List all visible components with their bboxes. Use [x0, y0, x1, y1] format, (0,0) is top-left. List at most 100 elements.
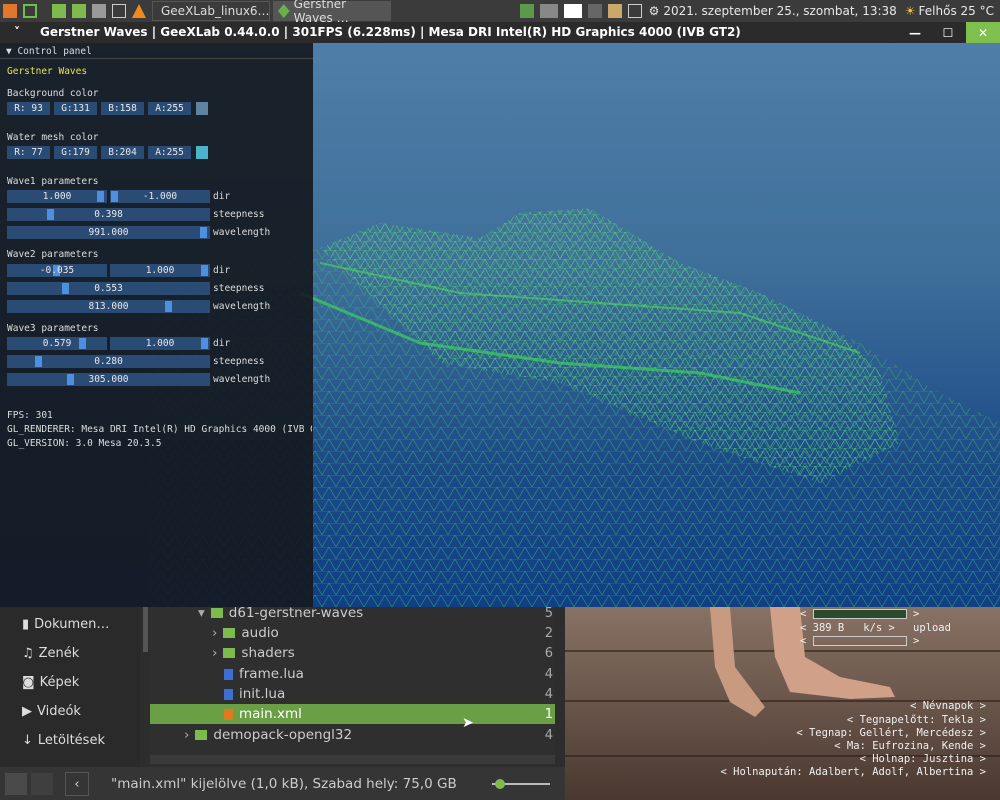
wave3-dir-label: dir — [213, 338, 231, 349]
wave3-wavelength-slider[interactable]: 305.000 — [7, 373, 210, 386]
wave3-dir-x-slider[interactable]: 0.579 — [7, 337, 107, 350]
wave3-wavelength-label: wavelength — [213, 374, 271, 385]
workspace-icon[interactable] — [563, 4, 582, 18]
places-view-button[interactable] — [5, 772, 27, 795]
sidebar-item-videos[interactable]: ▶ Videók — [22, 701, 81, 721]
conky-rate: < 389 B k/s > — [800, 622, 895, 634]
list-item[interactable]: frame.lua 4 — [150, 664, 555, 684]
sidebar-item-downloads[interactable]: ↓ Letöltések — [22, 730, 105, 750]
mesh-color-r-field[interactable]: R: 77 — [7, 146, 50, 159]
settings-icon[interactable]: ⚙ — [649, 4, 660, 18]
wave1-steepness-slider[interactable]: 0.398 — [7, 208, 210, 221]
status-bar: ‹ "main.xml" kijelölve (1,0 kB), Szabad … — [0, 767, 565, 800]
demo-title: Gerstner Waves — [7, 66, 88, 77]
wave2-dir-x-slider[interactable]: -0.035 — [7, 264, 107, 277]
display-icon[interactable] — [587, 4, 602, 18]
bg-color-g-field[interactable]: G:131 — [54, 102, 97, 115]
wave1-dir-y-slider[interactable]: -1.000 — [110, 190, 210, 203]
bg-color-b-field[interactable]: B:158 — [101, 102, 144, 115]
wave2-dir-label: dir — [213, 265, 231, 276]
folder-icon[interactable] — [72, 4, 86, 18]
list-item[interactable]: ▾ d61-gerstner-waves 5 — [150, 603, 555, 623]
workspace-icon[interactable] — [539, 4, 558, 18]
bg-color-swatch[interactable] — [196, 102, 208, 115]
wave3-dir-y-slider[interactable]: 1.000 — [110, 337, 210, 350]
conky-nameday-title: < Névnapok > — [910, 700, 986, 712]
file-manager-sidebar: ▮ Dokumen… ♫ Zenék ◙ Képek ▶ Videók ↓ Letölté… — [0, 607, 140, 767]
minimize-button[interactable]: — — [900, 22, 930, 43]
taskbar-item-gerstner[interactable]: Gerstner Waves … — [273, 0, 391, 25]
wave1-dir-x-slider[interactable]: 1.000 — [7, 190, 107, 203]
tree-view-button[interactable] — [31, 772, 53, 795]
video-icon: ▶ — [22, 703, 32, 719]
back-button[interactable]: ‹ — [65, 771, 89, 796]
lua-file-icon — [224, 688, 233, 700]
conky-nameday-line: < Tegnap: Gellért, Mercédesz > — [796, 727, 986, 739]
wave2-wavelength-slider[interactable]: 813.000 — [7, 300, 210, 313]
list-item[interactable]: › audio 2 — [150, 623, 555, 643]
show-desktop-icon[interactable] — [23, 4, 37, 18]
list-item[interactable]: init.lua 4 — [150, 684, 555, 704]
horizontal-scrollbar[interactable] — [150, 755, 555, 764]
image-viewer-icon[interactable] — [519, 4, 534, 18]
lua-file-icon — [224, 668, 233, 680]
sidebar-item-documents[interactable]: ▮ Dokumen… — [22, 614, 109, 634]
conky-nameday-line: < Ma: Eufrozina, Kende > — [834, 740, 986, 752]
control-panel-header[interactable]: ▼ Control panel — [6, 46, 92, 57]
weather-icon: ☀ — [904, 4, 916, 18]
datetime[interactable]: 2021. szeptember 25., szombat, 13:38 — [663, 4, 896, 18]
mouse-cursor: ➤ — [462, 715, 474, 731]
weather-text[interactable]: Felhős 25 °C — [919, 4, 994, 18]
bg-color-r-field[interactable]: R: 93 — [7, 102, 50, 115]
taskbar-item-geexlab[interactable]: GeeXLab_linux6… — [152, 1, 270, 21]
mesh-color-g-field[interactable]: G:179 — [54, 146, 97, 159]
clipboard-icon[interactable] — [607, 4, 622, 18]
wave2-steepness-slider[interactable]: 0.553 — [7, 282, 210, 295]
conky-nameday-line: < Tegnapelőtt: Tekla > — [846, 714, 986, 726]
wave1-wavelength-slider[interactable]: 991.000 — [7, 226, 210, 239]
geexlab-window: ˅ Gerstner Waves | GeeXLab 0.44.0.0 | 30… — [0, 22, 1000, 607]
document-icon: ▮ — [22, 616, 30, 632]
list-item[interactable]: › demopack-opengl32 4 — [150, 725, 555, 745]
maximize-button[interactable]: ☐ — [933, 22, 963, 43]
sidebar-item-music[interactable]: ♫ Zenék — [22, 643, 79, 663]
mesh-color-swatch[interactable] — [196, 146, 208, 159]
menu-icon[interactable] — [3, 4, 17, 18]
list-item[interactable]: › shaders 6 — [150, 643, 555, 663]
folder-icon — [223, 648, 236, 658]
conky-network-graph: < > — [800, 608, 920, 620]
list-item-selected[interactable]: main.xml 1 — [150, 704, 555, 724]
folder-icon — [195, 730, 208, 740]
mesh-color-b-field[interactable]: B:204 — [101, 146, 144, 159]
folder-icon — [223, 628, 236, 638]
wave3-title: Wave3 parameters — [7, 323, 99, 334]
file-manager-window: ▮ Dokumen… ♫ Zenék ◙ Képek ▶ Videók ↓ Letölté… — [0, 605, 565, 800]
window-menu-button[interactable]: ˅ — [14, 25, 20, 39]
network-icon[interactable] — [627, 4, 642, 18]
geexlab-icon — [278, 4, 290, 18]
mesh-color-a-field[interactable]: A:255 — [148, 146, 191, 159]
terminal-icon[interactable] — [112, 4, 126, 18]
close-button[interactable]: ✕ — [966, 22, 1000, 43]
bg-color-a-field[interactable]: A:255 — [148, 102, 191, 115]
wave2-dir-y-slider[interactable]: 1.000 — [110, 264, 210, 277]
camera-icon: ◙ — [22, 674, 35, 690]
control-panel: ▼ Control panel Gerstner Waves Backgroun… — [0, 43, 313, 607]
wave3-steepness-slider[interactable]: 0.280 — [7, 355, 210, 368]
window-title: Gerstner Waves | GeeXLab 0.44.0.0 | 301F… — [40, 25, 741, 39]
download-icon: ↓ — [22, 732, 33, 748]
conky-nameday-line: < Holnap: Jusztina > — [859, 753, 986, 765]
bg-color-label: Background color — [7, 88, 99, 99]
wave2-wavelength-label: wavelength — [213, 301, 271, 312]
sidebar-scrollbar[interactable] — [143, 607, 148, 652]
window-titlebar[interactable]: ˅ Gerstner Waves | GeeXLab 0.44.0.0 | 30… — [0, 22, 1000, 43]
sidebar-item-pictures[interactable]: ◙ Képek — [22, 672, 79, 692]
mesh-color-label: Water mesh color — [7, 132, 99, 143]
folder-icon[interactable] — [52, 4, 66, 18]
wave2-title: Wave2 parameters — [7, 249, 99, 260]
gl-renderer-readout: GL_RENDERER: Mesa DRI Intel(R) HD Graphi… — [7, 424, 312, 435]
vlc-icon[interactable] — [132, 4, 146, 18]
gl-version-readout: GL_VERSION: 3.0 Mesa 20.3.5 — [7, 438, 162, 449]
zoom-slider-knob[interactable] — [495, 779, 505, 789]
file-manager-icon[interactable] — [92, 4, 106, 18]
